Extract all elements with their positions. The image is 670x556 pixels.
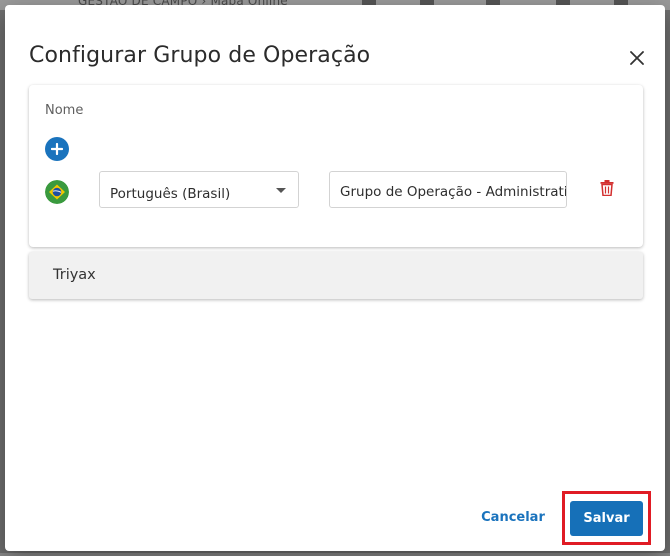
dialog-title: Configurar Grupo de Operação — [29, 43, 371, 68]
cancel-button[interactable]: Cancelar — [475, 501, 551, 533]
close-button[interactable] — [624, 45, 650, 71]
triyax-panel-label: Triyax — [53, 267, 96, 283]
add-translation-button[interactable] — [45, 137, 69, 161]
language-select[interactable]: Português (Brasil) — [99, 171, 299, 208]
name-label: Nome — [45, 103, 84, 118]
language-select-value: Português (Brasil) — [110, 186, 231, 202]
delete-translation-button[interactable] — [599, 179, 615, 197]
triyax-expansion-panel[interactable]: Triyax — [29, 252, 643, 299]
caret-down-icon — [276, 188, 286, 193]
brazil-flag-icon — [45, 180, 69, 204]
save-button[interactable]: Salvar — [570, 501, 643, 536]
plus-icon — [51, 143, 63, 155]
configure-operation-group-dialog: Configurar Grupo de Operação Nome Portug… — [5, 5, 665, 551]
group-name-input[interactable]: Grupo de Operação - Administrativo — [329, 171, 567, 208]
trash-icon — [600, 180, 614, 196]
close-icon — [630, 51, 644, 65]
name-section-card: Nome Português (Brasil) Grupo de Operaçã… — [29, 85, 643, 247]
